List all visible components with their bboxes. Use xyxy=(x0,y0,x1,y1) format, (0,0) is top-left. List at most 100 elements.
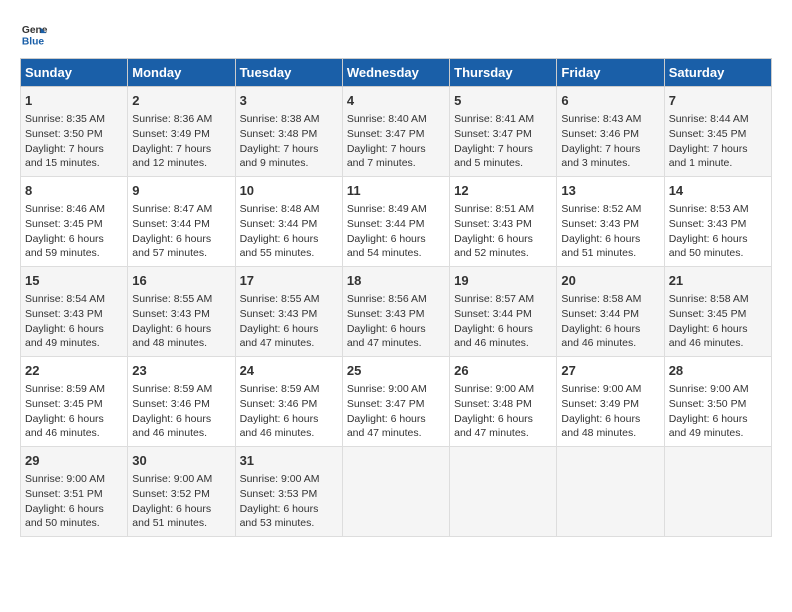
sunset-label: Sunset: 3:48 PM xyxy=(454,398,532,410)
day-number: 18 xyxy=(347,272,445,290)
calendar-cell: 9Sunrise: 8:47 AMSunset: 3:44 PMDaylight… xyxy=(128,177,235,267)
sunset-label: Sunset: 3:50 PM xyxy=(669,398,747,410)
daylight-label: Daylight: 6 hours and 50 minutes. xyxy=(669,233,748,260)
sunrise-label: Sunrise: 8:44 AM xyxy=(669,113,749,125)
daylight-label: Daylight: 6 hours and 46 minutes. xyxy=(561,323,640,350)
column-header-friday: Friday xyxy=(557,59,664,87)
sunrise-label: Sunrise: 9:00 AM xyxy=(669,383,749,395)
calendar-cell: 28 Sunrise: 9:00 AM Sunset: 3:50 PM Dayligh… xyxy=(664,357,771,447)
svg-text:Blue: Blue xyxy=(22,36,45,47)
day-number: 21 xyxy=(669,272,767,290)
sunrise-label: Sunrise: 8:54 AM xyxy=(25,293,105,305)
sunrise-label: Sunrise: 9:00 AM xyxy=(25,473,105,485)
day-number: 28 xyxy=(669,362,767,380)
week-row-4: 22 Sunrise: 8:59 AM Sunset: 3:45 PM Dayligh… xyxy=(21,357,772,447)
daylight-label: Daylight: 6 hours and 47 minutes. xyxy=(454,413,533,440)
day-number: 20 xyxy=(561,272,659,290)
day-number: 4 xyxy=(347,92,445,110)
sunrise-label: Sunrise: 8:58 AM xyxy=(669,293,749,305)
sunrise-label: Sunrise: 8:53 AM xyxy=(669,203,749,215)
daylight-label: Daylight: 6 hours and 46 minutes. xyxy=(669,323,748,350)
daylight-label: Daylight: 6 hours and 51 minutes. xyxy=(561,233,640,260)
daylight-label: Daylight: 7 hours and 12 minutes. xyxy=(132,143,211,170)
sunrise-label: Sunrise: 8:59 AM xyxy=(132,383,212,395)
calendar-cell: 5Sunrise: 8:41 AMSunset: 3:47 PMDaylight… xyxy=(450,87,557,177)
sunset-label: Sunset: 3:49 PM xyxy=(132,128,210,140)
day-number: 16 xyxy=(132,272,230,290)
day-number: 26 xyxy=(454,362,552,380)
daylight-label: Daylight: 6 hours and 57 minutes. xyxy=(132,233,211,260)
daylight-label: Daylight: 6 hours and 49 minutes. xyxy=(25,323,104,350)
calendar-cell: 19Sunrise: 8:57 AMSunset: 3:44 PMDayligh… xyxy=(450,267,557,357)
daylight-label: Daylight: 6 hours and 46 minutes. xyxy=(25,413,104,440)
sunrise-label: Sunrise: 9:00 AM xyxy=(347,383,427,395)
day-number: 19 xyxy=(454,272,552,290)
sunset-label: Sunset: 3:45 PM xyxy=(25,398,103,410)
sunset-label: Sunset: 3:45 PM xyxy=(669,308,747,320)
day-number: 23 xyxy=(132,362,230,380)
sunrise-label: Sunrise: 8:57 AM xyxy=(454,293,534,305)
calendar-cell: 25Sunrise: 9:00 AMSunset: 3:47 PMDayligh… xyxy=(342,357,449,447)
daylight-label: Daylight: 6 hours and 53 minutes. xyxy=(240,503,319,530)
sunrise-label: Sunrise: 8:48 AM xyxy=(240,203,320,215)
sunset-label: Sunset: 3:45 PM xyxy=(669,128,747,140)
sunrise-label: Sunrise: 8:59 AM xyxy=(25,383,105,395)
header-row: SundayMondayTuesdayWednesdayThursdayFrid… xyxy=(21,59,772,87)
sunset-label: Sunset: 3:43 PM xyxy=(669,218,747,230)
daylight-label: Daylight: 6 hours and 54 minutes. xyxy=(347,233,426,260)
calendar-cell: 22 Sunrise: 8:59 AM Sunset: 3:45 PM Dayligh… xyxy=(21,357,128,447)
sunset-label: Sunset: 3:47 PM xyxy=(454,128,532,140)
sunrise-label: Sunrise: 8:36 AM xyxy=(132,113,212,125)
sunrise-label: Sunrise: 8:51 AM xyxy=(454,203,534,215)
sunset-label: Sunset: 3:53 PM xyxy=(240,488,318,500)
day-number: 12 xyxy=(454,182,552,200)
daylight-label: Daylight: 6 hours and 47 minutes. xyxy=(347,413,426,440)
week-row-3: 15Sunrise: 8:54 AMSunset: 3:43 PMDayligh… xyxy=(21,267,772,357)
daylight-label: Daylight: 6 hours and 51 minutes. xyxy=(132,503,211,530)
column-header-saturday: Saturday xyxy=(664,59,771,87)
calendar-cell: 12Sunrise: 8:51 AMSunset: 3:43 PMDayligh… xyxy=(450,177,557,267)
page-header: General Blue xyxy=(20,20,772,48)
day-number: 2 xyxy=(132,92,230,110)
day-number: 10 xyxy=(240,182,338,200)
sunrise-label: Sunrise: 9:00 AM xyxy=(132,473,212,485)
daylight-label: Daylight: 6 hours and 46 minutes. xyxy=(454,323,533,350)
calendar-cell: 29Sunrise: 9:00 AMSunset: 3:51 PMDayligh… xyxy=(21,447,128,537)
sunset-label: Sunset: 3:43 PM xyxy=(561,218,639,230)
sunset-label: Sunset: 3:45 PM xyxy=(25,218,103,230)
calendar-cell xyxy=(450,447,557,537)
calendar-cell: 4Sunrise: 8:40 AMSunset: 3:47 PMDaylight… xyxy=(342,87,449,177)
calendar-cell: 8Sunrise: 8:46 AMSunset: 3:45 PMDaylight… xyxy=(21,177,128,267)
calendar-table: SundayMondayTuesdayWednesdayThursdayFrid… xyxy=(20,58,772,537)
calendar-cell: 15Sunrise: 8:54 AMSunset: 3:43 PMDayligh… xyxy=(21,267,128,357)
calendar-cell xyxy=(664,447,771,537)
daylight-label: Daylight: 6 hours and 49 minutes. xyxy=(669,413,748,440)
sunrise-label: Sunrise: 8:56 AM xyxy=(347,293,427,305)
sunset-label: Sunset: 3:44 PM xyxy=(347,218,425,230)
calendar-cell: 13Sunrise: 8:52 AMSunset: 3:43 PMDayligh… xyxy=(557,177,664,267)
daylight-label: Daylight: 6 hours and 55 minutes. xyxy=(240,233,319,260)
calendar-cell: 30Sunrise: 9:00 AMSunset: 3:52 PMDayligh… xyxy=(128,447,235,537)
daylight-label: Daylight: 6 hours and 47 minutes. xyxy=(347,323,426,350)
sunset-label: Sunset: 3:43 PM xyxy=(132,308,210,320)
column-header-sunday: Sunday xyxy=(21,59,128,87)
daylight-label: Daylight: 6 hours and 50 minutes. xyxy=(25,503,104,530)
calendar-cell: 21 Sunrise: 8:58 AM Sunset: 3:45 PM Dayligh… xyxy=(664,267,771,357)
calendar-cell: 6Sunrise: 8:43 AMSunset: 3:46 PMDaylight… xyxy=(557,87,664,177)
sunrise-label: Sunrise: 8:41 AM xyxy=(454,113,534,125)
sunrise-label: Sunrise: 8:40 AM xyxy=(347,113,427,125)
calendar-cell: 3Sunrise: 8:38 AMSunset: 3:48 PMDaylight… xyxy=(235,87,342,177)
day-number: 22 xyxy=(25,362,123,380)
sunrise-label: Sunrise: 9:00 AM xyxy=(454,383,534,395)
day-number: 5 xyxy=(454,92,552,110)
logo-icon: General Blue xyxy=(20,20,48,48)
calendar-cell: 31Sunrise: 9:00 AMSunset: 3:53 PMDayligh… xyxy=(235,447,342,537)
daylight-label: Daylight: 6 hours and 47 minutes. xyxy=(240,323,319,350)
calendar-cell: 24Sunrise: 8:59 AMSunset: 3:46 PMDayligh… xyxy=(235,357,342,447)
sunrise-label: Sunrise: 9:00 AM xyxy=(240,473,320,485)
daylight-label: Daylight: 6 hours and 46 minutes. xyxy=(240,413,319,440)
sunset-label: Sunset: 3:48 PM xyxy=(240,128,318,140)
sunrise-label: Sunrise: 8:55 AM xyxy=(240,293,320,305)
calendar-cell: 14Sunrise: 8:53 AMSunset: 3:43 PMDayligh… xyxy=(664,177,771,267)
day-number: 11 xyxy=(347,182,445,200)
